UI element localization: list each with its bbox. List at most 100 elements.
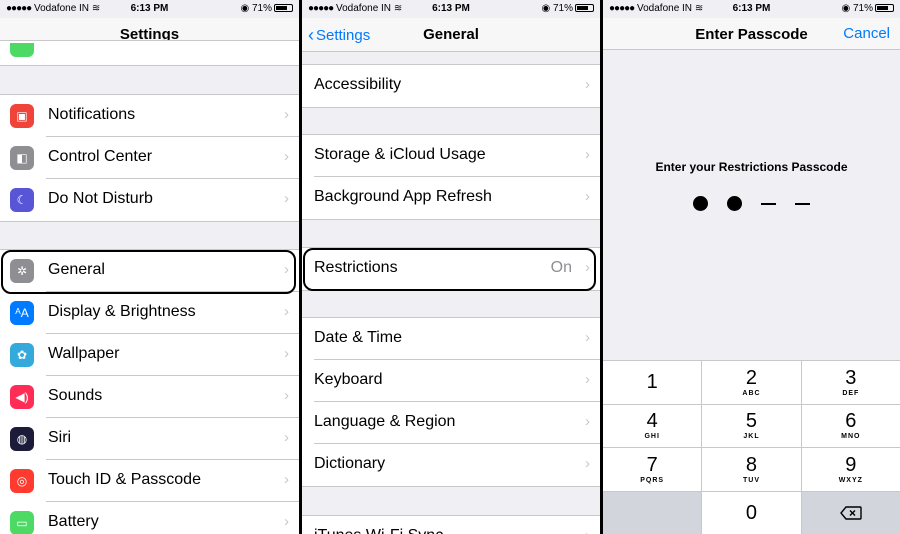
row-label: Display & Brightness	[48, 303, 196, 320]
row-restrictions[interactable]: Restrictions On ›	[314, 248, 600, 290]
chevron-right-icon: ›	[585, 146, 590, 163]
key-letters: TUV	[742, 476, 760, 484]
key-6[interactable]: 6 MNO	[801, 404, 900, 447]
passcode-dot-filled	[692, 196, 709, 212]
passcode-dot-empty	[760, 196, 777, 212]
row-background-app-refresh[interactable]: Background App Refresh ›	[314, 177, 600, 219]
key-3[interactable]: 3 DEF	[801, 361, 900, 404]
delete-key[interactable]	[801, 491, 900, 534]
nav-bar: ‹ Settings General	[302, 18, 600, 52]
row-touch-id-and-passcode[interactable]: ◎ Touch ID & Passcode ›	[10, 460, 299, 502]
row-date-and-time[interactable]: Date & Time ›	[314, 318, 600, 360]
key-letters: ABC	[742, 389, 761, 397]
key-8[interactable]: 8 TUV	[702, 448, 801, 491]
row-wallpaper[interactable]: ✿ Wallpaper ›	[10, 334, 299, 376]
page-title: General	[423, 26, 479, 43]
chevron-right-icon: ›	[284, 345, 289, 362]
general-group-5: iTunes Wi-Fi Sync ›	[302, 515, 600, 534]
orientation-lock-icon: ◉	[240, 3, 250, 14]
passcode-prompt: Enter your Restrictions Passcode	[655, 160, 848, 174]
row-keyboard[interactable]: Keyboard ›	[314, 360, 600, 402]
settings-group-top	[0, 40, 299, 66]
key-4[interactable]: 4 GHI	[603, 404, 702, 447]
battery-icon: ▭	[10, 511, 34, 534]
row-value: On	[550, 259, 572, 276]
key-number: 4	[646, 410, 658, 433]
key-number: 7	[646, 453, 658, 476]
chevron-right-icon: ›	[585, 259, 590, 276]
row-label: Storage & iCloud Usage	[314, 146, 486, 163]
key-0[interactable]: 0	[702, 491, 801, 534]
general-group-3: Restrictions On ›	[302, 247, 600, 291]
passcode-dot-empty	[794, 196, 811, 212]
settings-screen: ●●●●● Vodafone IN ≋ 6:13 PM ◉ 71% Settin…	[0, 0, 299, 534]
passcode-indicator	[603, 196, 900, 212]
row-label: Restrictions	[314, 259, 398, 276]
chevron-right-icon: ›	[284, 106, 289, 123]
key-number: 9	[845, 453, 857, 476]
chevron-right-icon: ›	[284, 303, 289, 320]
row-display-and-brightness[interactable]: ᴬA Display & Brightness ›	[10, 292, 299, 334]
status-bar: ●●●●● Vodafone IN ≋ 6:13 PM ◉ 71%	[0, 0, 299, 18]
siri-icon: ◍	[10, 427, 34, 451]
row-storage-and-icloud-usage[interactable]: Storage & iCloud Usage ›	[314, 135, 600, 177]
key-5[interactable]: 5 JKL	[702, 404, 801, 447]
settings-group-2: ✲ General › ᴬA Display & Brightness › ✿ Wallpap…	[0, 249, 299, 534]
key-letters: DEF	[842, 389, 860, 397]
row-do-not-disturb[interactable]: ☾ Do Not Disturb ›	[10, 179, 299, 221]
chevron-right-icon: ›	[585, 76, 590, 93]
key-number: 0	[745, 501, 758, 524]
row-itunes-wi-fi-sync[interactable]: iTunes Wi-Fi Sync ›	[314, 516, 600, 534]
row-battery[interactable]: ▭ Battery ›	[10, 502, 299, 534]
control-center-icon: ◧	[10, 146, 34, 170]
row-label: General	[48, 261, 105, 278]
cancel-button[interactable]: Cancel	[843, 25, 890, 42]
row-label: Do Not Disturb	[48, 190, 153, 207]
key-2[interactable]: 2 ABC	[702, 361, 801, 404]
row-label: Notifications	[48, 106, 136, 123]
row-sounds[interactable]: ◀) Sounds ›	[10, 376, 299, 418]
row-label: Wallpaper	[48, 345, 120, 362]
gear-icon: ✲	[10, 259, 34, 283]
row-notifications[interactable]: ▣ Notifications ›	[10, 95, 299, 137]
row-label: Battery	[48, 513, 99, 530]
display-icon: ᴬA	[10, 301, 34, 325]
row-label: Background App Refresh	[314, 188, 492, 205]
chevron-right-icon: ›	[585, 527, 590, 534]
orientation-lock-icon: ◉	[841, 3, 851, 14]
chevron-right-icon: ›	[284, 261, 289, 278]
chevron-right-icon: ›	[284, 471, 289, 488]
row-language-and-region[interactable]: Language & Region ›	[314, 402, 600, 444]
keypad-blank	[603, 491, 702, 534]
row-label: Accessibility	[314, 76, 402, 93]
chevron-right-icon: ›	[284, 513, 289, 530]
backspace-icon	[839, 506, 862, 520]
row-accessibility[interactable]: Accessibility ›	[314, 65, 600, 107]
key-letters: GHI	[644, 433, 660, 441]
battery-percent: 71%	[251, 3, 272, 14]
key-letters: JKL	[743, 433, 760, 441]
battery-icon	[875, 4, 894, 12]
general-group-4: Date & Time › Keyboard › Language & Region › D…	[302, 317, 600, 487]
key-number: 2	[745, 366, 758, 389]
key-letters: MNO	[841, 433, 861, 441]
row-dictionary[interactable]: Dictionary ›	[314, 444, 600, 486]
passcode-screen: ●●●●● Vodafone IN ≋ 6:13 PM ◉ 71% Enter …	[603, 0, 900, 534]
orientation-lock-icon: ◉	[541, 3, 551, 14]
key-number: 3	[845, 366, 857, 389]
chevron-right-icon: ›	[585, 329, 590, 346]
row-general[interactable]: ✲ General ›	[10, 250, 299, 292]
settings-group-1: ▣ Notifications › ◧ Control Center › ☾ Do Not D…	[0, 94, 299, 222]
row-siri[interactable]: ◍ Siri ›	[10, 418, 299, 460]
key-number: 8	[745, 453, 758, 476]
row-label: Keyboard	[314, 371, 383, 388]
speaker-icon: ◀)	[10, 385, 34, 409]
row-control-center[interactable]: ◧ Control Center ›	[10, 137, 299, 179]
row-label: Dictionary	[314, 455, 386, 472]
nav-bar: Enter Passcode Cancel	[603, 18, 900, 50]
battery-icon	[575, 4, 594, 12]
key-7[interactable]: 7 PQRS	[603, 448, 702, 491]
key-9[interactable]: 9 WXYZ	[801, 448, 900, 491]
key-1[interactable]: 1	[603, 361, 702, 404]
wallpaper-icon: ✿	[10, 343, 34, 367]
